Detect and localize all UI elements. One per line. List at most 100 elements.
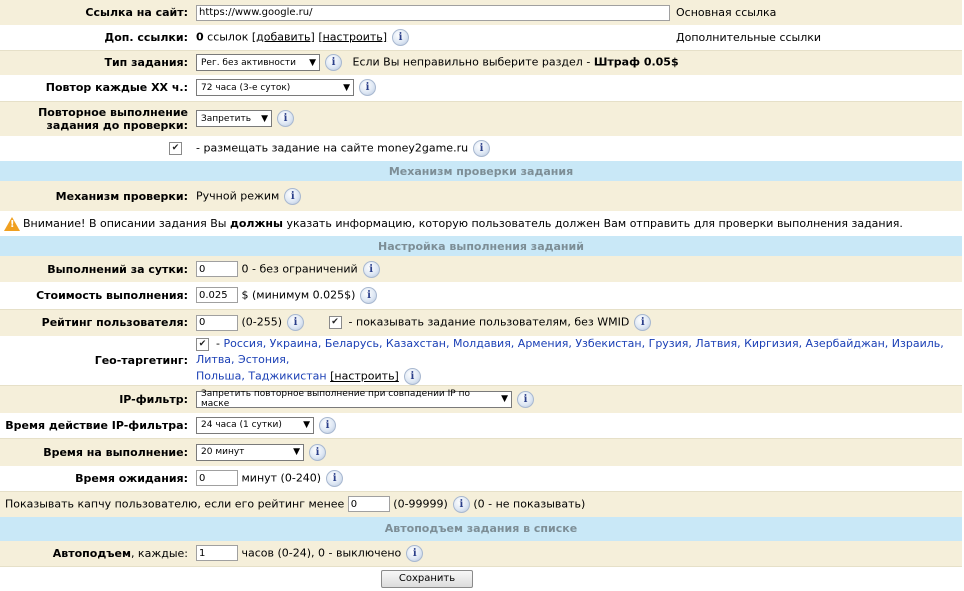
geo-configure-button[interactable]: [настроить] <box>330 370 399 383</box>
label-line-1: Повторное выполнение <box>38 105 188 119</box>
rating-range: (0-255) <box>241 315 283 329</box>
info-icon[interactable]: i <box>325 54 342 72</box>
configure-links-button[interactable]: [настроить] <box>318 30 387 43</box>
cost-input[interactable] <box>196 287 238 304</box>
row-exec-time: Время на выполнение: 20 минут ▼ i <box>0 438 962 466</box>
extra-links-count: 0 <box>196 30 204 44</box>
save-button[interactable]: Сохранить <box>381 569 473 588</box>
section-autoraise-title: Автоподъем задания в списке <box>0 516 962 541</box>
site-link-input[interactable] <box>196 4 670 21</box>
warning-prefix: Внимание! В описании задания Вы <box>23 216 230 230</box>
ip-filter-label: IP-фильтр: <box>0 385 192 413</box>
row-cost: Стоимость выполнения: $ (минимум 0.025$)… <box>0 282 962 309</box>
task-settings-form: Ссылка на сайт: Основная ссылка Доп. ссы… <box>0 0 962 591</box>
autoraise-label-rest: , каждые: <box>130 546 188 560</box>
per-day-input[interactable] <box>196 261 238 277</box>
row-repeat: Повтор каждые XX ч.: 72 часа (3-е суток)… <box>0 75 962 101</box>
row-wait-time: Время ожидания: минут (0-240) i <box>0 465 962 492</box>
wait-time-input[interactable] <box>196 470 238 487</box>
per-day-note: 0 - без ограничений <box>241 262 358 275</box>
ip-filter-time-select[interactable]: 24 часа (1 сутки) ▼ <box>196 416 314 434</box>
chevron-down-icon: ▼ <box>303 420 310 431</box>
warning-bold: должны <box>229 216 283 230</box>
autoraise-label-bold: Автоподъем <box>52 546 131 560</box>
repeat-value: 72 часа (3-е суток) <box>201 82 291 93</box>
chevron-down-icon: ▼ <box>261 113 268 124</box>
captcha-input[interactable] <box>347 496 390 513</box>
ip-filter-time-label: Время действие IP-фильтра: <box>5 418 188 432</box>
row-autoraise: Автоподъем, каждые: часов (0-24), 0 - вы… <box>0 540 962 567</box>
rating-input[interactable] <box>196 314 238 331</box>
check-mechanism-value: Ручной режим <box>196 189 280 202</box>
info-icon[interactable]: i <box>360 286 378 304</box>
section-settings-header: Настройка выполнения заданий <box>0 236 962 256</box>
row-extra-links: Доп. ссылки: 0 ссылок [добавить] [настро… <box>0 25 962 50</box>
task-type-value: Рег. без активности <box>201 57 296 68</box>
task-type-note: Если Вы неправильно выберите раздел - <box>352 55 594 69</box>
extra-links-label: Доп. ссылки: <box>104 30 188 44</box>
repeat-before-check-select[interactable]: Запретить ▼ <box>196 110 272 128</box>
row-rating: Рейтинг пользователя: (0-255) i ✔ - показ… <box>0 308 962 336</box>
info-icon[interactable]: i <box>326 469 344 487</box>
info-icon[interactable]: i <box>284 187 302 205</box>
info-icon[interactable]: i <box>634 314 652 332</box>
row-place-task: ✔ - размещать задание на сайте money2gam… <box>0 136 962 161</box>
info-icon[interactable]: i <box>362 260 380 278</box>
ip-filter-select[interactable]: Запретить повторное выполнение при совпа… <box>196 389 512 410</box>
info-icon[interactable]: i <box>517 390 534 408</box>
warning-suffix: указать информацию, которую пользователь… <box>282 216 903 230</box>
warning-icon: ! <box>4 216 20 231</box>
autoraise-label: Автоподъем, каждые: <box>0 541 192 567</box>
geo-checkbox[interactable]: ✔ <box>196 337 209 351</box>
section-settings-title: Настройка выполнения заданий <box>0 236 962 256</box>
exec-time-label: Время на выполнение: <box>0 438 192 466</box>
per-day-label: Выполнений за сутки: <box>47 262 188 276</box>
extra-links-count-suffix: ссылок <box>203 30 252 44</box>
info-icon[interactable]: i <box>319 416 336 434</box>
section-check-title: Механизм проверки задания <box>0 161 962 181</box>
section-check-header: Механизм проверки задания <box>0 161 962 181</box>
add-link-button[interactable]: [добавить] <box>252 30 315 43</box>
row-site-link: Ссылка на сайт: Основная ссылка <box>0 0 962 25</box>
cost-label: Стоимость выполнения: <box>36 288 188 302</box>
info-icon[interactable]: i <box>287 314 305 332</box>
geo-countries-2[interactable]: Польша, Таджикистан <box>196 370 327 383</box>
info-icon[interactable]: i <box>406 544 424 562</box>
chevron-down-icon: ▼ <box>343 82 350 93</box>
info-icon[interactable]: i <box>452 495 470 513</box>
task-type-select[interactable]: Рег. без активности ▼ <box>196 54 320 72</box>
exec-time-select[interactable]: 20 минут ▼ <box>196 443 304 461</box>
wait-time-note: минут (0-240) <box>241 471 322 485</box>
cost-note: $ (минимум 0.025$) <box>241 288 356 302</box>
row-geo: Гео-таргетинг: ✔ - Россия, Украина, Бела… <box>0 336 962 386</box>
penalty-text: Штраф 0.05$ <box>593 55 679 69</box>
info-icon[interactable]: i <box>277 110 294 128</box>
info-icon[interactable]: i <box>473 140 491 157</box>
repeat-select[interactable]: 72 часа (3-е суток) ▼ <box>196 79 354 97</box>
autoraise-input[interactable] <box>196 545 238 562</box>
check-mechanism-label: Механизм проверки: <box>55 189 188 203</box>
info-icon[interactable]: i <box>392 28 410 46</box>
chevron-down-icon: ▼ <box>501 394 508 405</box>
row-ip-filter-time: Время действие IP-фильтра: 24 часа (1 су… <box>0 412 962 439</box>
repeat-before-check-value: Запретить <box>201 113 252 124</box>
row-repeat-before-check: Повторное выполнение задания до проверки:… <box>0 100 962 136</box>
captcha-text: Показывать капчу пользователю, если его … <box>5 497 345 511</box>
wmid-checkbox[interactable]: ✔ <box>328 316 342 330</box>
place-task-checkbox[interactable]: ✔ <box>169 142 182 156</box>
geo-countries[interactable]: Россия, Украина, Беларусь, Казахстан, Мо… <box>196 337 944 366</box>
repeat-before-check-label: Повторное выполнение задания до проверки: <box>0 100 192 136</box>
ip-filter-value: Запретить повторное выполнение при совпа… <box>201 389 470 410</box>
info-icon[interactable]: i <box>359 79 376 97</box>
repeat-label: Повтор каждые XX ч.: <box>45 81 188 95</box>
exec-time-value: 20 минут <box>201 447 245 458</box>
info-icon[interactable]: i <box>403 368 421 385</box>
extra-links-note: Дополнительные ссылки <box>676 30 822 44</box>
rating-label: Рейтинг пользователя: <box>0 308 192 336</box>
task-type-label: Тип задания: <box>0 49 192 75</box>
geo-label: Гео-таргетинг: <box>94 354 188 367</box>
section-autoraise-header: Автоподъем задания в списке <box>0 516 962 541</box>
captcha-range: (0-99999) <box>393 497 448 511</box>
chevron-down-icon: ▼ <box>309 57 316 68</box>
info-icon[interactable]: i <box>309 443 326 461</box>
